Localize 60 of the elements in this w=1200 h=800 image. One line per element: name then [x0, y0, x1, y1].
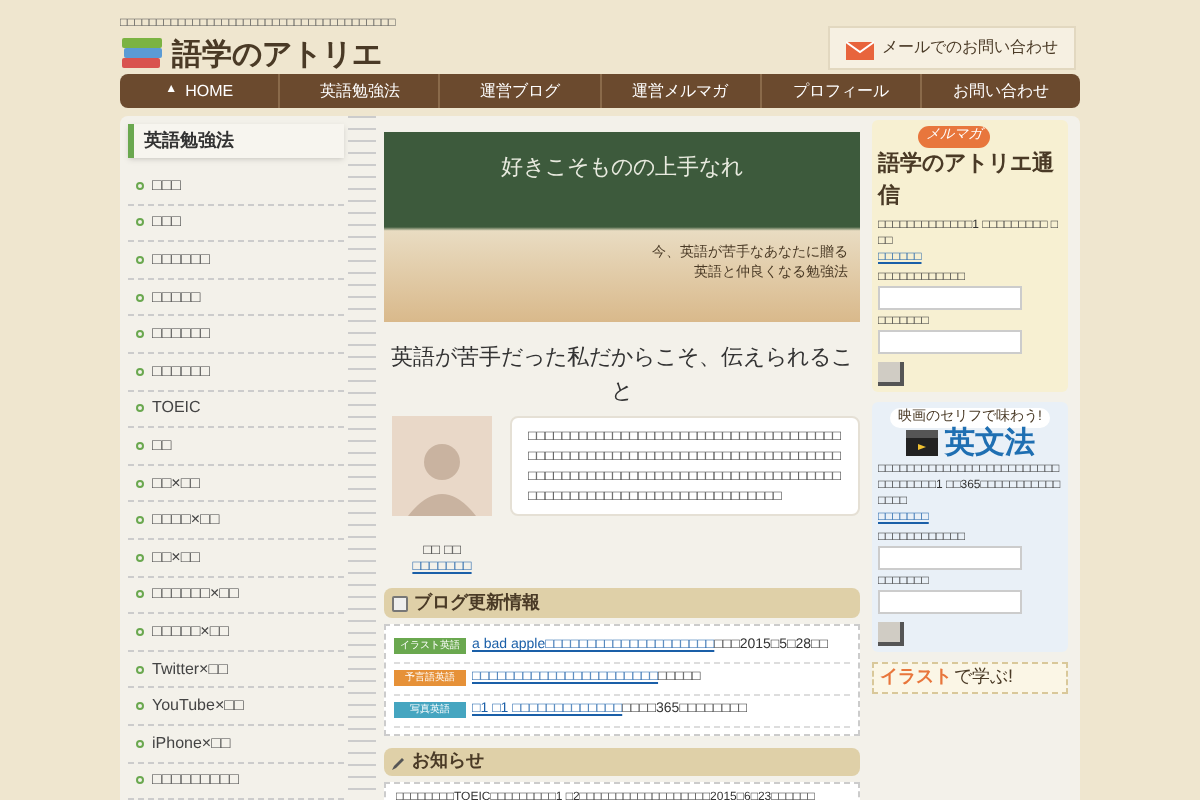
bullet-icon [136, 404, 144, 413]
bullet-icon [136, 776, 144, 785]
sidebar-link[interactable]: □□□□□□ [152, 359, 210, 384]
sidebar-link[interactable]: □□□ [152, 210, 181, 235]
bullet-icon [136, 590, 144, 599]
promo-title: イラスト [880, 664, 952, 690]
sidebar-link[interactable]: □□□ [152, 173, 181, 198]
nav-item[interactable]: 運営メルマガ [599, 74, 760, 108]
bullet-icon [136, 627, 144, 636]
sidebar-link[interactable]: □□□□□□□□□ [152, 768, 239, 793]
sidebar-link[interactable]: □□□□□×□□ [152, 619, 229, 644]
bullet-icon [136, 665, 144, 674]
bullet-icon [136, 441, 144, 450]
bullet-icon [136, 702, 144, 711]
sidebar-link[interactable]: □□□□×□□ [152, 508, 220, 533]
bullet-icon [136, 330, 144, 339]
sidebar-heading: 英語勉強法 [128, 124, 344, 158]
bullet-icon [136, 181, 144, 190]
bullet-icon [136, 367, 144, 376]
input-field[interactable] [878, 546, 1022, 570]
sidebar-link[interactable]: TOEIC [152, 396, 201, 421]
sidebar-link[interactable]: Twitter×□□ [152, 657, 228, 682]
section-heading: お知らせ [412, 748, 484, 775]
nav-item[interactable]: 英語勉強法 [278, 74, 439, 108]
sidebar-link[interactable]: □□×□□ [152, 471, 200, 496]
section-heading: ブログ更新情報 [414, 589, 540, 616]
submit-button[interactable] [878, 622, 904, 646]
nav-item[interactable]: 運営ブログ [438, 74, 600, 108]
promo-subtitle: で学ぶ! [954, 664, 1014, 690]
contact-button[interactable]: メールでのお問い合わせ [828, 26, 1076, 70]
clapperboard-icon [905, 430, 937, 456]
bullet-icon [136, 293, 144, 302]
sidebar-link[interactable]: □□□□□□ [152, 247, 210, 272]
nav-item[interactable]: プロフィール [759, 74, 920, 108]
sidebar-link[interactable]: □□□□□□ [152, 322, 210, 347]
submit-button[interactable] [878, 361, 904, 385]
card-title: 語学のアトリエ通信 [878, 149, 1056, 212]
envelope-icon [846, 37, 874, 59]
site-logo[interactable]: 語学のアトリエ [172, 39, 382, 69]
nav-item[interactable]: お問い合わせ [919, 74, 1081, 108]
input-field[interactable] [878, 329, 1022, 353]
sidebar-link[interactable]: □□□□□ [152, 285, 201, 310]
books-icon [120, 38, 164, 70]
bullet-icon [136, 255, 144, 264]
sidebar-link[interactable]: □□□□□□×□□ [152, 582, 239, 607]
bullet-icon [136, 218, 144, 227]
banner-headline: 好きこそものの上手なれ [499, 154, 745, 184]
sidebar-link[interactable]: □□×□□ [152, 545, 200, 570]
sidebar-link[interactable]: iPhone×□□ [152, 731, 231, 756]
pencil-icon [392, 755, 406, 770]
sidebar-link[interactable]: YouTube×□□ [152, 694, 244, 719]
sidebar-link[interactable]: □□ [152, 433, 172, 458]
bullet-icon [136, 516, 144, 525]
bullet-icon [136, 553, 144, 562]
intro-heading: 英語が苦手だった私だからこそ、伝えられること [389, 344, 855, 408]
input-field[interactable] [878, 285, 1022, 309]
bullet-icon [136, 479, 144, 488]
bullet-icon [136, 739, 144, 748]
card-title: 英文法 [945, 428, 1035, 458]
input-field[interactable] [878, 590, 1022, 614]
